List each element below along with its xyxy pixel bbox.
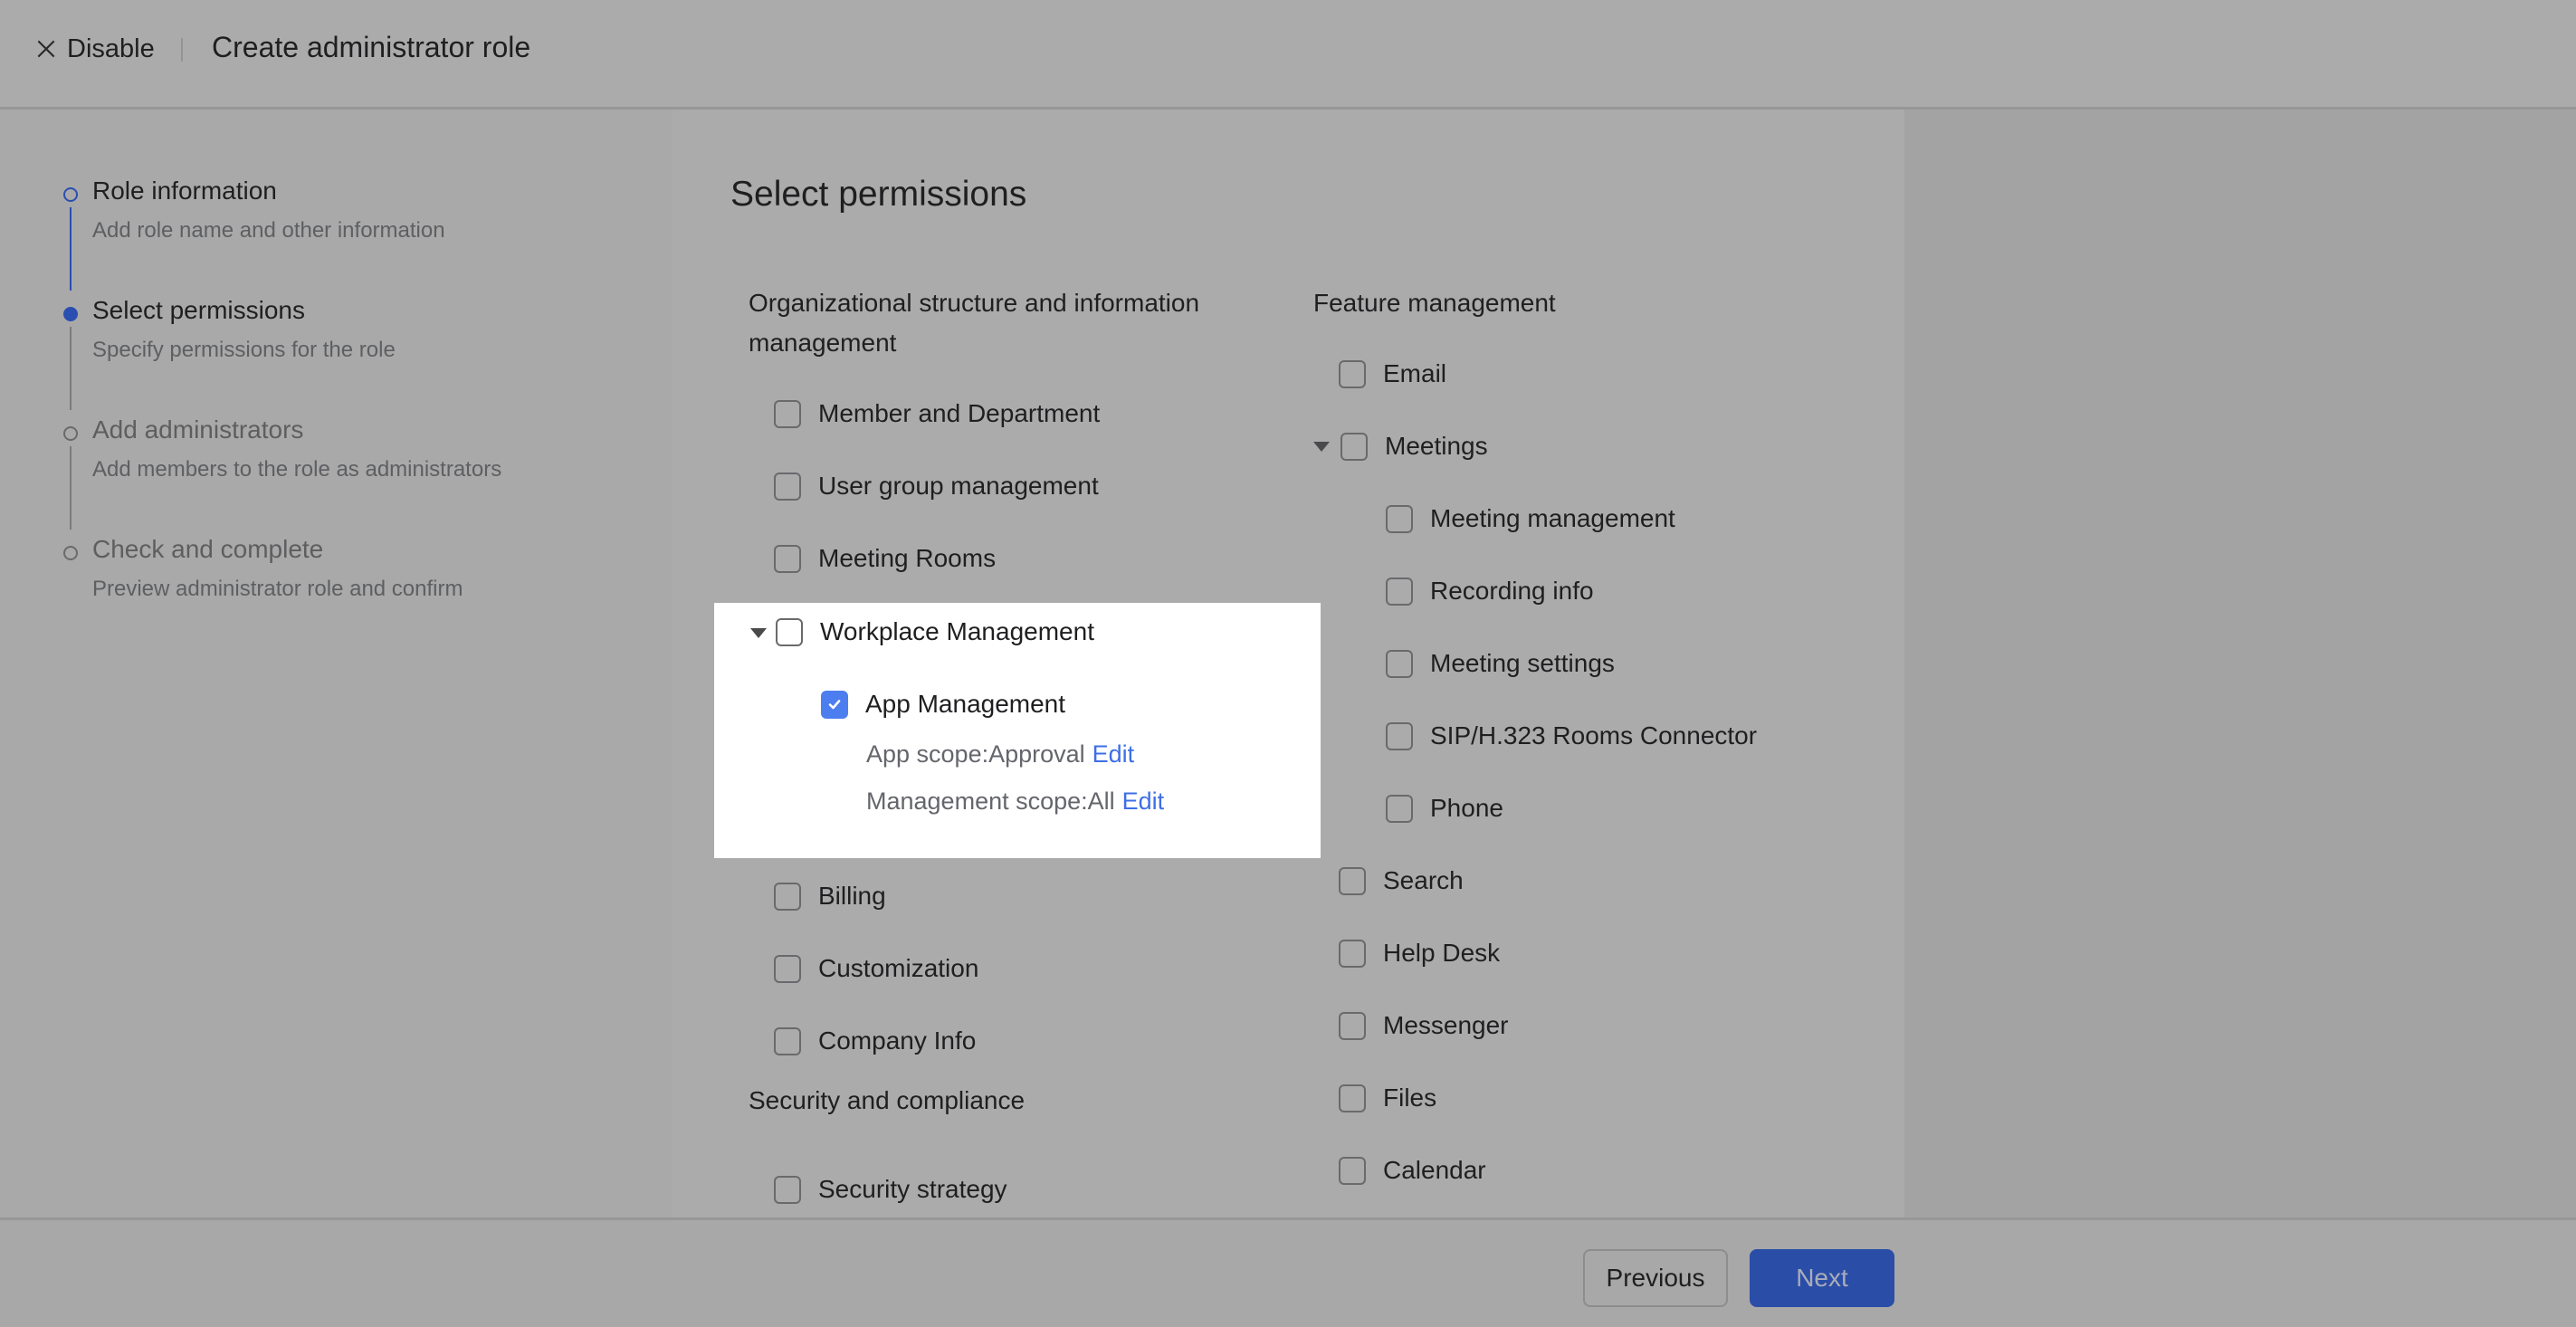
permission-member-and-department[interactable]: Member and Department <box>774 396 1100 432</box>
permission-sip-rooms-connector[interactable]: SIP/H.323 Rooms Connector <box>1386 718 1757 754</box>
checkbox[interactable] <box>774 882 801 911</box>
permission-user-group-management[interactable]: User group management <box>774 468 1099 504</box>
step-title: Role information <box>92 177 277 205</box>
step-dot-active-icon <box>63 307 78 321</box>
checkbox[interactable] <box>1339 1011 1366 1040</box>
checkbox[interactable] <box>1339 866 1366 895</box>
permission-search[interactable]: Search <box>1339 863 1464 899</box>
feature-section-title: Feature management <box>1313 289 1556 317</box>
permission-messenger[interactable]: Messenger <box>1339 1007 1509 1044</box>
step-title: Check and complete <box>92 535 324 563</box>
panel-title: Select permissions <box>730 175 1027 214</box>
permission-workplace-management[interactable]: Workplace Management <box>776 614 1094 650</box>
app-scope-label: App scope:Approval <box>866 740 1085 768</box>
permission-recording-info[interactable]: Recording info <box>1386 573 1594 609</box>
check-icon <box>828 700 841 710</box>
permission-help-desk[interactable]: Help Desk <box>1339 935 1500 971</box>
checkbox[interactable] <box>1339 939 1366 968</box>
footer-bar: Previous Next <box>0 1217 2576 1327</box>
permission-company-info[interactable]: Company Info <box>774 1023 976 1059</box>
checkbox[interactable] <box>1386 649 1413 678</box>
step-title: Select permissions <box>92 296 305 324</box>
permission-app-management[interactable]: App Management <box>821 686 1065 722</box>
org-section-title: Organizational structure and information… <box>749 289 1200 357</box>
step-dot-pending-icon <box>63 426 78 441</box>
workplace-management-highlight: Workplace Management App Management App … <box>714 603 1321 858</box>
permission-meetings[interactable]: Meetings <box>1340 428 1488 464</box>
page-title: Create administrator role <box>212 31 531 63</box>
checkbox[interactable] <box>1386 721 1413 750</box>
right-gutter <box>1904 110 2576 1217</box>
management-scope-line: Management scope:All Edit <box>866 788 1164 816</box>
disable-button[interactable]: Disable <box>34 33 155 65</box>
disable-label: Disable <box>67 33 155 63</box>
step-connector <box>70 327 72 410</box>
permission-meeting-management[interactable]: Meeting management <box>1386 501 1675 537</box>
step-connector <box>70 446 72 530</box>
step-dot-done-icon <box>63 187 78 202</box>
step-title: Add administrators <box>92 415 304 444</box>
expand-caret-icon[interactable] <box>1313 442 1330 452</box>
checkbox[interactable] <box>774 399 801 428</box>
next-button[interactable]: Next <box>1750 1249 1894 1307</box>
permission-phone[interactable]: Phone <box>1386 790 1503 826</box>
step-description: Preview administrator role and confirm <box>92 577 463 601</box>
close-icon <box>37 40 55 58</box>
checkbox[interactable] <box>1386 504 1413 533</box>
top-bar: Disable Create administrator role <box>0 0 2576 110</box>
permission-customization[interactable]: Customization <box>774 950 978 987</box>
permission-files[interactable]: Files <box>1339 1080 1436 1116</box>
step-dot-pending-icon <box>63 546 78 560</box>
permission-calendar[interactable]: Calendar <box>1339 1152 1486 1189</box>
step-connector <box>70 207 72 291</box>
edit-management-scope-link[interactable]: Edit <box>1122 788 1165 815</box>
permission-meeting-settings[interactable]: Meeting settings <box>1386 645 1615 682</box>
checkbox[interactable] <box>774 1175 801 1204</box>
checkbox-checked[interactable] <box>821 690 848 719</box>
checkbox[interactable] <box>1386 794 1413 823</box>
checkbox[interactable] <box>1339 1084 1366 1112</box>
checkbox[interactable] <box>774 472 801 501</box>
expand-caret-icon[interactable] <box>750 628 767 638</box>
checkbox[interactable] <box>1340 432 1368 461</box>
permission-billing[interactable]: Billing <box>774 878 886 914</box>
step-description: Add members to the role as administrator… <box>92 457 502 482</box>
security-section-title: Security and compliance <box>749 1086 1026 1114</box>
steps-sidebar: Role information Add role name and other… <box>0 110 673 1217</box>
checkbox[interactable] <box>774 544 801 573</box>
permission-security-strategy[interactable]: Security strategy <box>774 1171 1007 1208</box>
permission-email[interactable]: Email <box>1339 356 1446 392</box>
previous-button[interactable]: Previous <box>1583 1249 1728 1307</box>
checkbox[interactable] <box>774 954 801 983</box>
checkbox[interactable] <box>774 1026 801 1055</box>
step-description: Add role name and other information <box>92 218 445 243</box>
step-description: Specify permissions for the role <box>92 338 396 362</box>
app-scope-line: App scope:Approval Edit <box>866 740 1134 769</box>
header-divider <box>181 38 183 62</box>
checkbox[interactable] <box>1386 577 1413 606</box>
permission-meeting-rooms[interactable]: Meeting Rooms <box>774 540 996 577</box>
management-scope-label: Management scope:All <box>866 788 1115 815</box>
checkbox[interactable] <box>1339 1156 1366 1185</box>
edit-app-scope-link[interactable]: Edit <box>1092 740 1135 768</box>
checkbox[interactable] <box>1339 359 1366 388</box>
checkbox[interactable] <box>776 617 803 646</box>
